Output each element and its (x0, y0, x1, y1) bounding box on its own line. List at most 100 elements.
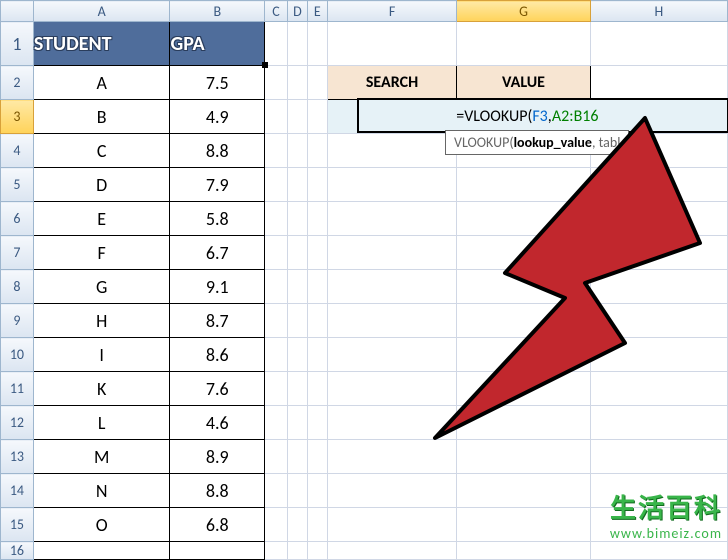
cell-G13[interactable] (457, 440, 590, 474)
cell-D2[interactable] (287, 66, 307, 100)
cell-B10[interactable]: 8.6 (170, 338, 265, 372)
cell-F14[interactable] (327, 474, 457, 508)
cell-D16[interactable] (287, 542, 307, 560)
cell-C7[interactable] (265, 236, 288, 270)
cell-G5[interactable] (457, 168, 590, 202)
cell-A10[interactable]: I (33, 338, 170, 372)
cell-A13[interactable]: M (33, 440, 170, 474)
cell-F13[interactable] (327, 440, 457, 474)
col-header-E[interactable]: E (307, 1, 327, 22)
cell-E14[interactable] (307, 474, 327, 508)
cell-C14[interactable] (265, 474, 288, 508)
cell-B5[interactable]: 7.9 (170, 168, 265, 202)
row-header-11[interactable]: 11 (1, 372, 34, 406)
cell-D9[interactable] (287, 304, 307, 338)
cell-E5[interactable] (307, 168, 327, 202)
cell-E4[interactable] (307, 134, 327, 168)
cell-D13[interactable] (287, 440, 307, 474)
col-header-A[interactable]: A (33, 1, 170, 22)
spreadsheet-grid[interactable]: A B C D E F G H 1 STUDENT GPA 2 A 7.5 SE… (0, 0, 728, 560)
cell-C8[interactable] (265, 270, 288, 304)
cell-D12[interactable] (287, 406, 307, 440)
cell-A9[interactable]: H (33, 304, 170, 338)
cell-F4[interactable] (327, 134, 457, 168)
cell-F9[interactable] (327, 304, 457, 338)
cell-A8[interactable]: G (33, 270, 170, 304)
cell-A7[interactable]: F (33, 236, 170, 270)
cell-E9[interactable] (307, 304, 327, 338)
cell-D4[interactable] (287, 134, 307, 168)
select-all-corner[interactable] (1, 1, 34, 22)
cell-D7[interactable] (287, 236, 307, 270)
row-header-7[interactable]: 7 (1, 236, 34, 270)
cell-F15[interactable] (327, 508, 457, 542)
row-header-6[interactable]: 6 (1, 202, 34, 236)
cell-C4[interactable] (265, 134, 288, 168)
cell-G16[interactable] (457, 542, 590, 560)
cell-G6[interactable] (457, 202, 590, 236)
row-header-14[interactable]: 14 (1, 474, 34, 508)
cell-C9[interactable] (265, 304, 288, 338)
cell-H12[interactable] (590, 406, 727, 440)
cell-E12[interactable] (307, 406, 327, 440)
cell-A15[interactable]: O (33, 508, 170, 542)
cell-C16[interactable] (265, 542, 288, 560)
cell-H7[interactable] (590, 236, 727, 270)
cell-A5[interactable]: D (33, 168, 170, 202)
row-header-3[interactable]: 3 (1, 100, 34, 134)
cell-D8[interactable] (287, 270, 307, 304)
header-search[interactable]: SEARCH (327, 66, 457, 100)
cell-H5[interactable] (590, 168, 727, 202)
cell-F7[interactable] (327, 236, 457, 270)
cell-C11[interactable] (265, 372, 288, 406)
cell-H1[interactable] (590, 22, 727, 66)
cell-E7[interactable] (307, 236, 327, 270)
cell-C2[interactable] (265, 66, 288, 100)
cell-C5[interactable] (265, 168, 288, 202)
cell-D15[interactable] (287, 508, 307, 542)
cell-G12[interactable] (457, 406, 590, 440)
cell-G11[interactable] (457, 372, 590, 406)
row-header-10[interactable]: 10 (1, 338, 34, 372)
cell-G14[interactable] (457, 474, 590, 508)
cell-A12[interactable]: L (33, 406, 170, 440)
cell-E8[interactable] (307, 270, 327, 304)
cell-F5[interactable] (327, 168, 457, 202)
cell-C6[interactable] (265, 202, 288, 236)
cell-F1[interactable] (327, 22, 457, 66)
col-header-G[interactable]: G (457, 1, 590, 22)
cell-B15[interactable]: 6.8 (170, 508, 265, 542)
cell-A16[interactable] (33, 542, 170, 560)
cell-H9[interactable] (590, 304, 727, 338)
cell-B14[interactable]: 8.8 (170, 474, 265, 508)
cell-B13[interactable]: 8.9 (170, 440, 265, 474)
cell-G1[interactable] (457, 22, 590, 66)
header-gpa[interactable]: GPA (170, 22, 265, 66)
cell-E1[interactable] (307, 22, 327, 66)
cell-H8[interactable] (590, 270, 727, 304)
cell-C15[interactable] (265, 508, 288, 542)
cell-B6[interactable]: 5.8 (170, 202, 265, 236)
row-header-1[interactable]: 1 (1, 22, 34, 66)
cell-C12[interactable] (265, 406, 288, 440)
cell-G9[interactable] (457, 304, 590, 338)
cell-G10[interactable] (457, 338, 590, 372)
cell-D14[interactable] (287, 474, 307, 508)
cell-D1[interactable] (287, 22, 307, 66)
cell-E10[interactable] (307, 338, 327, 372)
cell-B3[interactable]: 4.9 (170, 100, 265, 134)
row-header-15[interactable]: 15 (1, 508, 34, 542)
cell-B16[interactable] (170, 542, 265, 560)
cell-D11[interactable] (287, 372, 307, 406)
cell-B2[interactable]: 7.5 (170, 66, 265, 100)
cell-D6[interactable] (287, 202, 307, 236)
cell-A6[interactable]: E (33, 202, 170, 236)
cell-A14[interactable]: N (33, 474, 170, 508)
col-header-B[interactable]: B (170, 1, 265, 22)
cell-E2[interactable] (307, 66, 327, 100)
header-student[interactable]: STUDENT (33, 22, 170, 66)
row-header-8[interactable]: 8 (1, 270, 34, 304)
row-header-4[interactable]: 4 (1, 134, 34, 168)
cell-H6[interactable] (590, 202, 727, 236)
cell-E3[interactable] (307, 100, 327, 134)
